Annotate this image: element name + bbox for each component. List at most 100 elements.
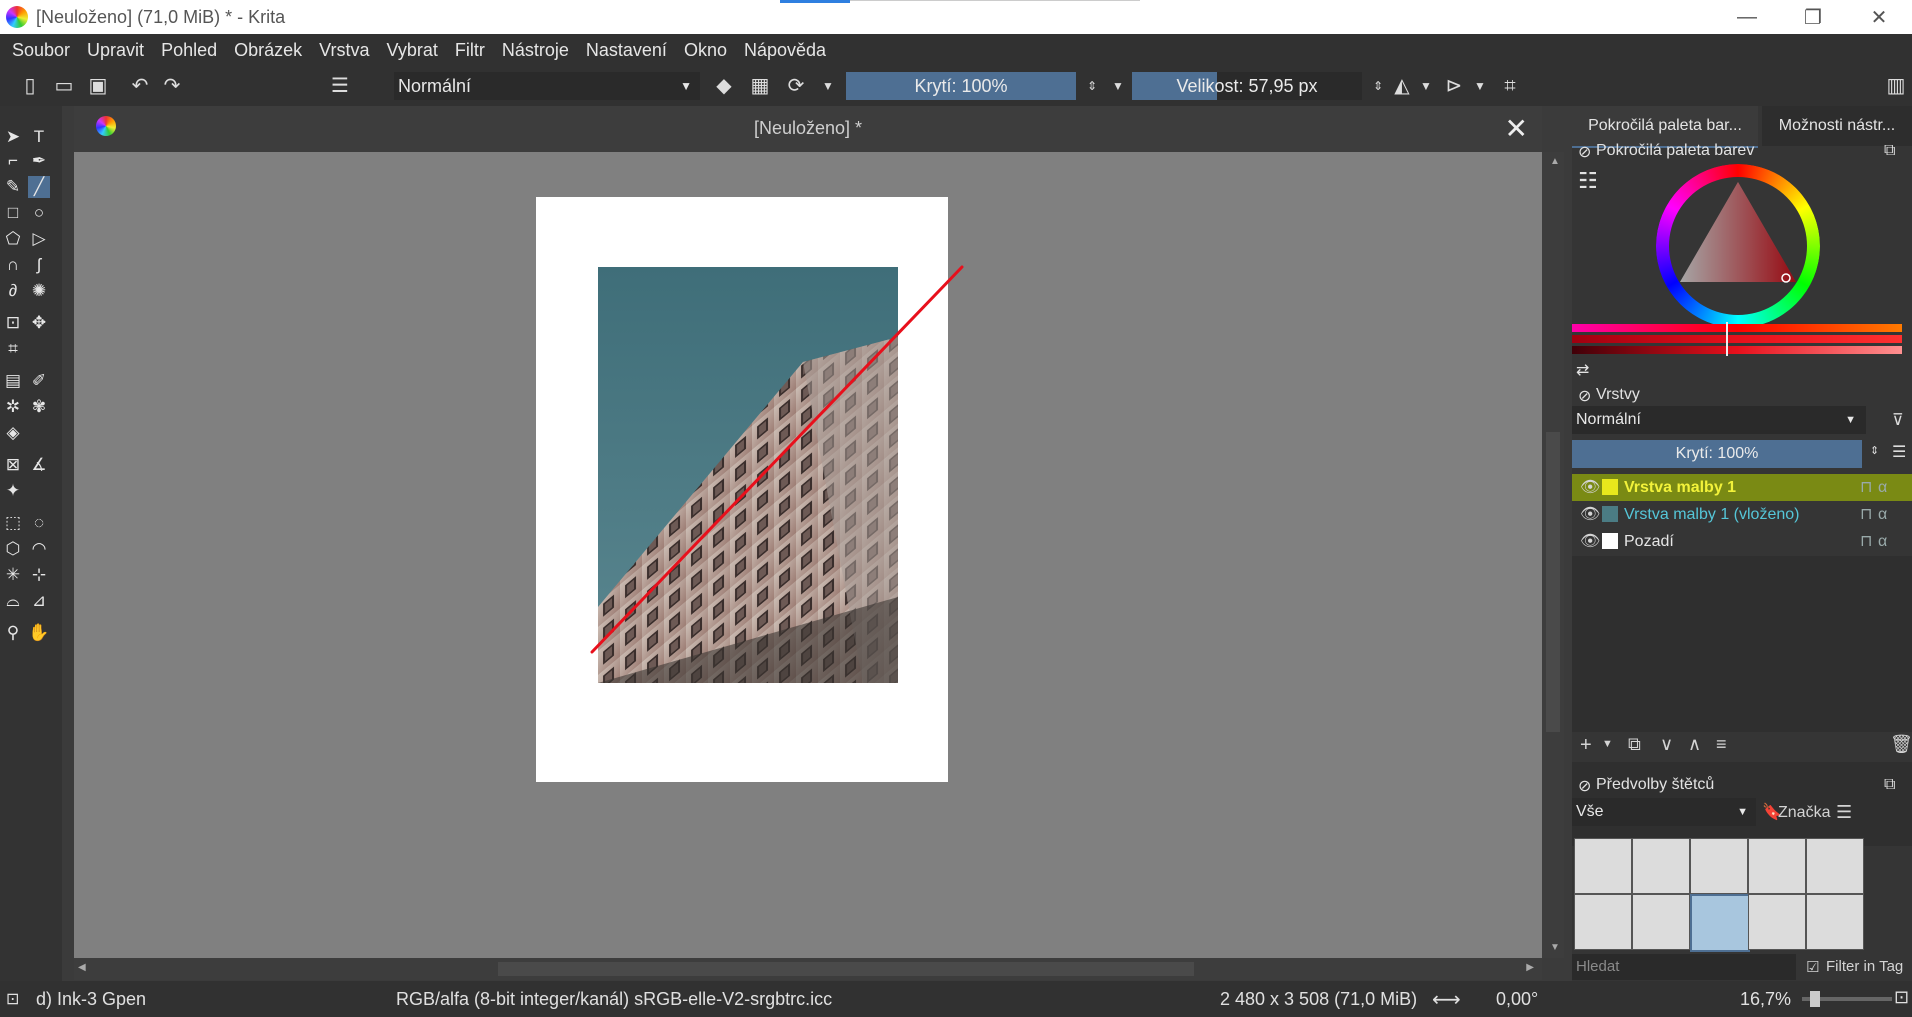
chevron-down-icon[interactable]: ▼ <box>1602 738 1613 750</box>
elliptical-selection-tool-icon[interactable]: ◌ <box>28 512 50 534</box>
multibrush-tool-icon[interactable]: ✺ <box>28 280 50 302</box>
contiguous-selection-tool-icon[interactable]: ✳ <box>2 564 24 586</box>
brush-preset-item[interactable] <box>1806 838 1864 894</box>
minimize-button[interactable]: — <box>1714 0 1780 34</box>
menu-obrazek[interactable]: Obrázek <box>234 40 302 61</box>
measure-tool-icon[interactable]: ∡ <box>28 454 50 476</box>
undo-icon[interactable]: ↶ <box>128 74 152 98</box>
visibility-eye-icon[interactable]: 👁 <box>1580 501 1600 528</box>
brush-preset-item[interactable] <box>1574 838 1632 894</box>
close-document-button[interactable]: ✕ <box>1505 112 1528 145</box>
layer-row[interactable]: 👁 Vrstva malby 1 ⊓ α <box>1572 474 1912 501</box>
dock-toggle-icon[interactable]: ▥ <box>1884 74 1908 98</box>
horizontal-scroll-thumb[interactable] <box>498 962 1194 976</box>
duplicate-layer-icon[interactable]: ⧉ <box>1628 734 1641 755</box>
redo-icon[interactable]: ↷ <box>160 74 184 98</box>
brush-preset-item[interactable] <box>1748 838 1806 894</box>
add-layer-icon[interactable]: + <box>1580 734 1592 757</box>
brush-preset-item[interactable] <box>1748 894 1806 950</box>
freehand-path-tool-icon[interactable]: ʃ <box>28 254 50 276</box>
blend-mode-select[interactable]: Normální ▼ <box>394 72 700 100</box>
brush-preset-item[interactable] <box>1574 894 1632 950</box>
spinbox-arrows-icon[interactable]: ⇕ <box>1080 74 1104 98</box>
menu-pohled[interactable]: Pohled <box>161 40 217 61</box>
brush-settings-icon[interactable]: ☰ <box>328 74 352 98</box>
colorize-mask-tool-icon[interactable]: ✾ <box>28 396 50 418</box>
freehand-selection-tool-icon[interactable]: ◠ <box>28 538 50 560</box>
color-picker-tool-icon[interactable]: ✐ <box>28 370 50 392</box>
layer-opacity-slider[interactable]: Krytí: 100% <box>1572 440 1862 468</box>
float-panel-icon[interactable]: ⧉ <box>1884 776 1895 794</box>
polyline-tool-icon[interactable]: ▷ <box>28 228 50 250</box>
polygonal-selection-tool-icon[interactable]: ⬡ <box>2 538 24 560</box>
assistant-tool-icon[interactable]: ⊠ <box>2 454 24 476</box>
panel-lock-icon[interactable]: ⊘ <box>1578 142 1591 162</box>
visibility-eye-icon[interactable]: 👁 <box>1580 474 1600 501</box>
scroll-down-arrow-icon[interactable]: ▼ <box>1550 942 1560 953</box>
text-tool-icon[interactable]: T <box>28 126 50 148</box>
scroll-left-arrow-icon[interactable]: ◀ <box>78 962 86 973</box>
color-wheel[interactable] <box>1656 164 1820 328</box>
dynamic-brush-tool-icon[interactable]: ∂ <box>2 280 24 302</box>
smart-patch-tool-icon[interactable]: ✲ <box>2 396 24 418</box>
opacity-slider[interactable]: Krytí: 100% <box>846 72 1076 100</box>
move-tool-icon[interactable]: ✥ <box>28 312 50 334</box>
layer-properties-icon[interactable]: ≡ <box>1716 734 1727 755</box>
fit-view-icon[interactable]: ⊡ <box>1894 987 1909 1008</box>
scroll-right-arrow-icon[interactable]: ▶ <box>1526 962 1534 973</box>
size-slider[interactable]: Velikost: 57,95 px <box>1132 72 1362 100</box>
gradient-tool-icon[interactable]: ▤ <box>2 370 24 392</box>
chevron-down-icon[interactable]: ▼ <box>816 74 840 98</box>
line-tool-icon[interactable]: ╱ <box>28 176 50 198</box>
brush-preset-item-selected[interactable] <box>1690 894 1750 952</box>
brush-search-input[interactable]: Hledat <box>1572 954 1796 980</box>
crop-tool-icon[interactable]: ⌗ <box>2 338 24 360</box>
value-slider[interactable] <box>1572 346 1902 354</box>
spinbox-arrows-icon[interactable]: ⇕ <box>1870 444 1879 457</box>
pan-tool-icon[interactable]: ✋ <box>28 622 50 644</box>
zoom-tool-icon[interactable]: ⚲ <box>2 622 24 644</box>
menu-napoveda[interactable]: Nápověda <box>744 40 826 61</box>
filter-icon[interactable]: ⊽ <box>1892 410 1904 430</box>
freehand-brush-tool-icon[interactable]: ✎ <box>2 176 24 198</box>
view-mode-icon[interactable]: ☰ <box>1836 802 1852 823</box>
rectangular-selection-tool-icon[interactable]: ⬚ <box>2 512 24 534</box>
transform-tool-icon[interactable]: ⊡ <box>2 312 24 334</box>
menu-upravit[interactable]: Upravit <box>87 40 144 61</box>
menu-nastaveni[interactable]: Nastavení <box>586 40 667 61</box>
layer-blend-mode-select[interactable]: Normální ▼ <box>1572 406 1866 434</box>
visibility-eye-icon[interactable]: 👁 <box>1580 528 1600 555</box>
rotation-icon[interactable]: ⟷ <box>1432 987 1461 1012</box>
hue-slider[interactable] <box>1572 324 1902 332</box>
calligraphy-tool-icon[interactable]: ✒ <box>28 150 50 172</box>
vertical-scrollbar[interactable]: ▲ ▼ <box>1542 152 1564 958</box>
polygon-tool-icon[interactable]: ⬠ <box>2 228 24 250</box>
chevron-down-icon[interactable]: ▼ <box>1414 74 1438 98</box>
wrap-icon[interactable]: ⌗ <box>1498 74 1522 98</box>
chevron-down-icon[interactable]: ▼ <box>1106 74 1130 98</box>
ellipse-tool-icon[interactable]: ○ <box>28 202 50 224</box>
color-slider-handle[interactable] <box>1726 322 1728 356</box>
similar-color-selection-tool-icon[interactable]: ⊹ <box>28 564 50 586</box>
lock-icon[interactable]: ⊓ <box>1860 474 1872 501</box>
eraser-icon[interactable]: ◆ <box>712 74 736 98</box>
brush-preset-item[interactable] <box>1690 838 1748 894</box>
bezier-tool-icon[interactable]: ∩ <box>2 254 24 276</box>
menu-vrstva[interactable]: Vrstva <box>319 40 369 61</box>
saturation-slider[interactable] <box>1572 335 1902 343</box>
color-settings-icon[interactable]: ☷ <box>1578 168 1598 194</box>
bezier-selection-tool-icon[interactable]: ⌓ <box>2 590 24 612</box>
maximize-button[interactable]: ❐ <box>1780 0 1846 34</box>
menu-soubor[interactable]: Soubor <box>12 40 70 61</box>
mirror-horizontal-icon[interactable]: ◭ <box>1390 74 1414 98</box>
brush-preset-item[interactable] <box>1632 838 1690 894</box>
menu-filtr[interactable]: Filtr <box>455 40 485 61</box>
brush-preset-item[interactable] <box>1806 894 1864 950</box>
horizontal-scrollbar[interactable]: ◀ ▶ <box>74 958 1542 980</box>
edit-shape-tool-icon[interactable]: ⌐ <box>2 150 24 172</box>
reload-preset-icon[interactable]: ⟳ <box>784 74 808 98</box>
preserve-alpha-icon[interactable]: ▦ <box>748 74 772 98</box>
alpha-lock-icon[interactable]: α <box>1878 474 1887 501</box>
menu-vybrat[interactable]: Vybrat <box>387 40 438 61</box>
lock-icon[interactable]: ⊓ <box>1860 528 1872 555</box>
